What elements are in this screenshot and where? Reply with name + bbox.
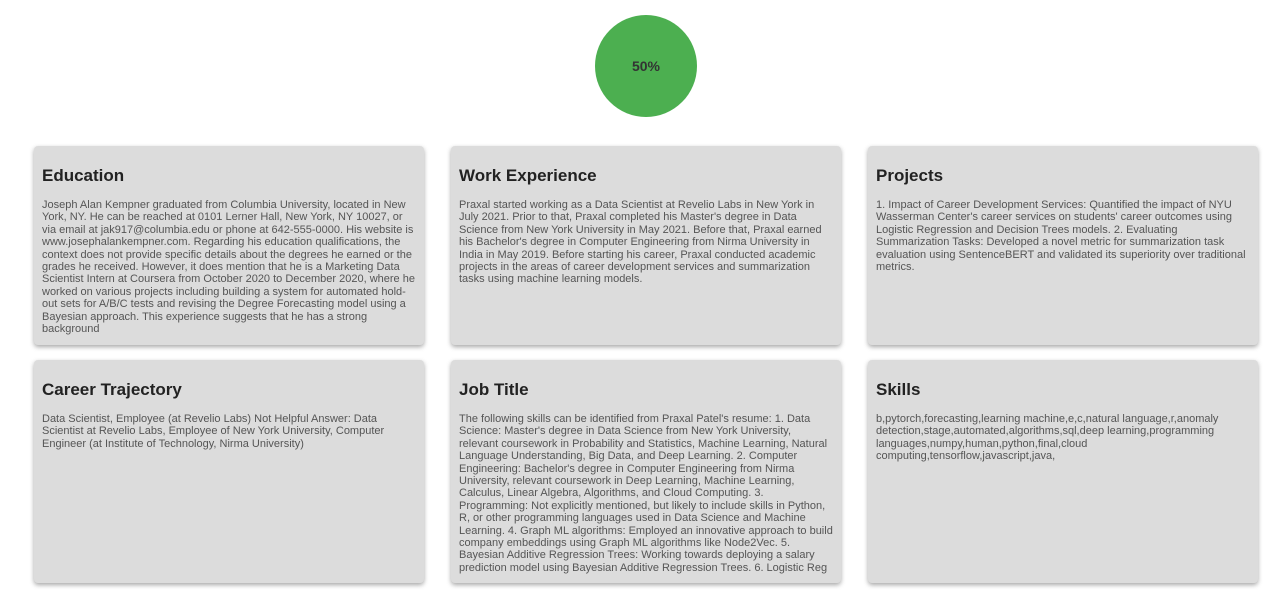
projects-card: Projects 1. Impact of Career Development… <box>868 146 1258 345</box>
progress-label: 50% <box>631 58 661 74</box>
card-title: Work Experience <box>459 166 597 185</box>
education-card: Education Joseph Alan Kempner graduated … <box>34 146 424 345</box>
career-trajectory-card: Career Trajectory Data Scientist, Employ… <box>34 360 424 583</box>
skills-card: Skills b,pytorch,forecasting,learning ma… <box>868 360 1258 583</box>
card-text: b,pytorch,forecasting,learning machine,e… <box>876 413 1219 463</box>
job-title-card: Job Title The following skills can be id… <box>451 360 841 583</box>
card-title: Career Trajectory <box>42 380 182 399</box>
card-title: Job Title <box>459 380 529 399</box>
cards-grid: Education Joseph Alan Kempner graduated … <box>34 146 1258 583</box>
card-text: 1. Impact of Career Development Services… <box>876 199 1246 274</box>
card-title: Skills <box>876 380 921 399</box>
card-text: Praxal started working as a Data Scienti… <box>459 199 822 286</box>
card-title: Projects <box>876 166 944 185</box>
card-text: The following skills can be identified f… <box>459 413 833 574</box>
progress-indicator: 50% <box>595 15 697 117</box>
card-text: Data Scientist, Employee (at Revelio Lab… <box>42 413 385 450</box>
card-title: Education <box>42 166 125 185</box>
work-experience-card: Work Experience Praxal started working a… <box>451 146 841 345</box>
card-text: Joseph Alan Kempner graduated from Colum… <box>42 199 415 336</box>
progress-circle: 50% <box>595 15 697 117</box>
